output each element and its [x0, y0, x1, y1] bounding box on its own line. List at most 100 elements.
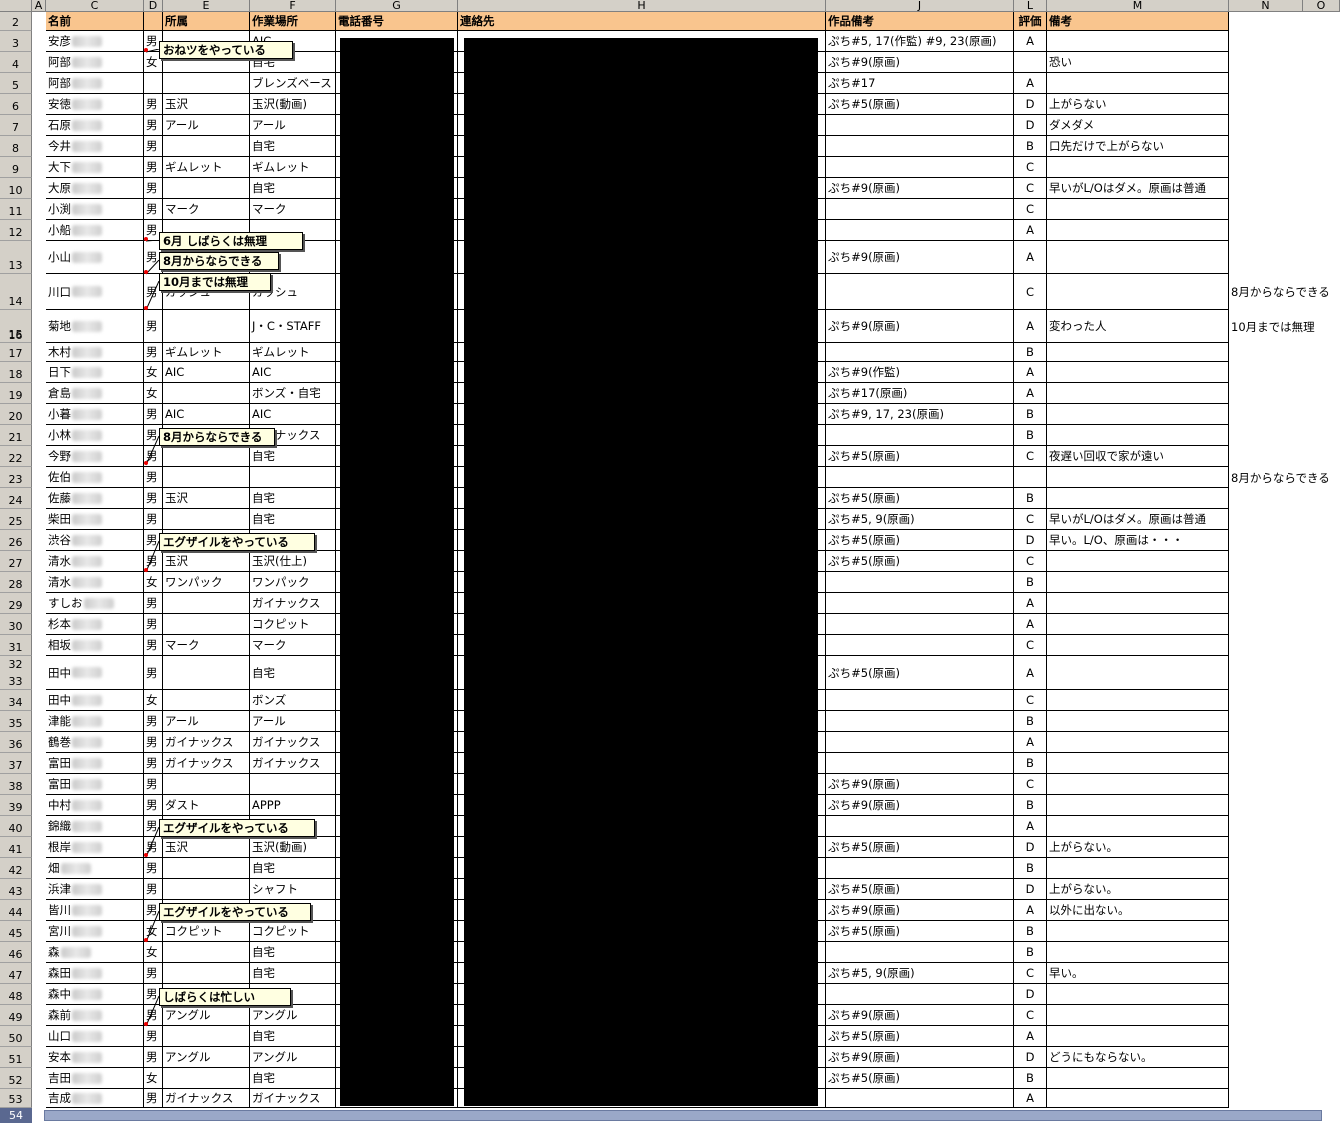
rating-cell[interactable]: B	[1014, 1068, 1047, 1089]
row-header[interactable]: 21	[0, 425, 32, 446]
row-header[interactable]: 37	[0, 753, 32, 774]
works-note-cell[interactable]: ぷち#9(原画)	[826, 1005, 1014, 1026]
gender-cell[interactable]: 男	[144, 199, 163, 220]
remarks-cell[interactable]: ダメダメ	[1047, 115, 1229, 136]
affiliation-cell[interactable]: ガイナックス	[163, 753, 250, 774]
name-cell[interactable]: 日下	[46, 362, 144, 383]
affiliation-cell[interactable]: 玉沢	[163, 837, 250, 858]
row-header[interactable]: 22	[0, 446, 32, 467]
spreadsheet[interactable]: ACDEFGHJLMNO 2 名前 所属 作業場所 電話番号 連絡先 作品備考 評価 備考 3 安彦…	[0, 0, 1340, 1123]
rating-cell[interactable]: D	[1014, 837, 1047, 858]
name-cell[interactable]: すしお	[46, 593, 144, 614]
rating-cell[interactable]: C	[1014, 1005, 1047, 1026]
affiliation-cell[interactable]	[163, 774, 250, 795]
rating-cell[interactable]: B	[1014, 136, 1047, 157]
comment-indicator-icon[interactable]	[144, 938, 148, 942]
name-cell[interactable]: 鶴巻	[46, 732, 144, 753]
works-note-cell[interactable]: ぷち#9(原画)	[826, 310, 1014, 343]
remarks-cell[interactable]: 早い。L/O、原画は・・・	[1047, 530, 1229, 551]
gender-cell[interactable]: 女	[144, 383, 163, 404]
rating-cell[interactable]: A	[1014, 310, 1047, 343]
workplace-cell[interactable]: 玉沢(動画)	[250, 94, 336, 115]
column-header-o[interactable]: O	[1303, 0, 1340, 12]
rating-cell[interactable]: B	[1014, 488, 1047, 509]
works-note-cell[interactable]: ぷち#5, 9(原画)	[826, 509, 1014, 530]
workplace-cell[interactable]: 自宅	[250, 1026, 336, 1047]
workplace-cell[interactable]: 玉沢(仕上)	[250, 551, 336, 572]
rating-cell[interactable]: B	[1014, 795, 1047, 816]
remarks-cell[interactable]	[1047, 614, 1229, 635]
rating-cell[interactable]: C	[1014, 551, 1047, 572]
affiliation-cell[interactable]	[163, 310, 250, 343]
remarks-cell[interactable]: 変わった人	[1047, 310, 1229, 343]
name-cell[interactable]: 森中	[46, 984, 144, 1005]
works-note-cell[interactable]	[826, 690, 1014, 711]
row-header[interactable]: 42	[0, 858, 32, 879]
header-works-note[interactable]: 作品備考	[826, 12, 1014, 31]
comment-indicator-icon[interactable]	[144, 1022, 148, 1026]
name-cell[interactable]: 中村	[46, 795, 144, 816]
row-header[interactable]: 3	[0, 31, 32, 52]
gender-cell[interactable]: 男	[144, 178, 163, 199]
remarks-cell[interactable]	[1047, 753, 1229, 774]
row-header[interactable]: 7	[0, 115, 32, 136]
remarks-cell[interactable]	[1047, 774, 1229, 795]
workplace-cell[interactable]: アングル	[250, 1005, 336, 1026]
name-cell[interactable]: 錦織	[46, 816, 144, 837]
comment-indicator-icon[interactable]	[144, 270, 148, 274]
name-cell[interactable]: 田中	[46, 656, 144, 690]
name-cell[interactable]: 小船	[46, 220, 144, 241]
affiliation-cell[interactable]: ギムレット	[163, 343, 250, 362]
affiliation-cell[interactable]: 玉沢	[163, 551, 250, 572]
remarks-cell[interactable]	[1047, 220, 1229, 241]
works-note-cell[interactable]	[826, 199, 1014, 220]
remarks-cell[interactable]	[1047, 690, 1229, 711]
row-header[interactable]: 26	[0, 530, 32, 551]
works-note-cell[interactable]	[826, 467, 1014, 488]
row-header[interactable]: 35	[0, 711, 32, 732]
workplace-cell[interactable]: AIC	[250, 362, 336, 383]
works-note-cell[interactable]: ぷち#9(原画)	[826, 1047, 1014, 1068]
affiliation-cell[interactable]	[163, 383, 250, 404]
row-header[interactable]: 47	[0, 963, 32, 984]
name-cell[interactable]: 阿部	[46, 73, 144, 94]
workplace-cell[interactable]: AIC	[250, 404, 336, 425]
rating-cell[interactable]: B	[1014, 753, 1047, 774]
header-affiliation[interactable]: 所属	[163, 12, 250, 31]
works-note-cell[interactable]: ぷち#5(原画)	[826, 1026, 1014, 1047]
works-note-cell[interactable]	[826, 136, 1014, 157]
row-header[interactable]: 4	[0, 52, 32, 73]
remarks-cell[interactable]	[1047, 593, 1229, 614]
affiliation-cell[interactable]	[163, 942, 250, 963]
gender-cell[interactable]: 男	[144, 488, 163, 509]
rating-cell[interactable]: D	[1014, 94, 1047, 115]
works-note-cell[interactable]	[826, 732, 1014, 753]
rating-cell[interactable]: D	[1014, 879, 1047, 900]
workplace-cell[interactable]: 自宅	[250, 1068, 336, 1089]
rating-cell[interactable]: A	[1014, 31, 1047, 52]
works-note-cell[interactable]	[826, 614, 1014, 635]
row-header[interactable]: 44	[0, 900, 32, 921]
remarks-cell[interactable]	[1047, 1068, 1229, 1089]
name-cell[interactable]: 森田	[46, 963, 144, 984]
column-header-j[interactable]: J	[826, 0, 1014, 12]
gender-cell[interactable]: 男	[144, 614, 163, 635]
gender-cell[interactable]: 女	[144, 1068, 163, 1089]
rating-cell[interactable]: B	[1014, 425, 1047, 446]
remarks-cell[interactable]	[1047, 157, 1229, 178]
row-header[interactable]: 31	[0, 635, 32, 656]
remarks-cell[interactable]	[1047, 795, 1229, 816]
row-header[interactable]: 20	[0, 404, 32, 425]
remarks-cell[interactable]	[1047, 942, 1229, 963]
affiliation-cell[interactable]: ダスト	[163, 795, 250, 816]
header-contact[interactable]: 連絡先	[458, 12, 826, 31]
works-note-cell[interactable]: ぷち#9(原画)	[826, 178, 1014, 199]
remarks-cell[interactable]: 上がらない	[1047, 94, 1229, 115]
name-cell[interactable]: 小暮	[46, 404, 144, 425]
works-note-cell[interactable]	[826, 635, 1014, 656]
works-note-cell[interactable]: ぷち#9(原画)	[826, 52, 1014, 73]
affiliation-cell[interactable]	[163, 446, 250, 467]
remarks-cell[interactable]	[1047, 73, 1229, 94]
workplace-cell[interactable]: ボンズ・自宅	[250, 383, 336, 404]
affiliation-cell[interactable]: AIC	[163, 362, 250, 383]
